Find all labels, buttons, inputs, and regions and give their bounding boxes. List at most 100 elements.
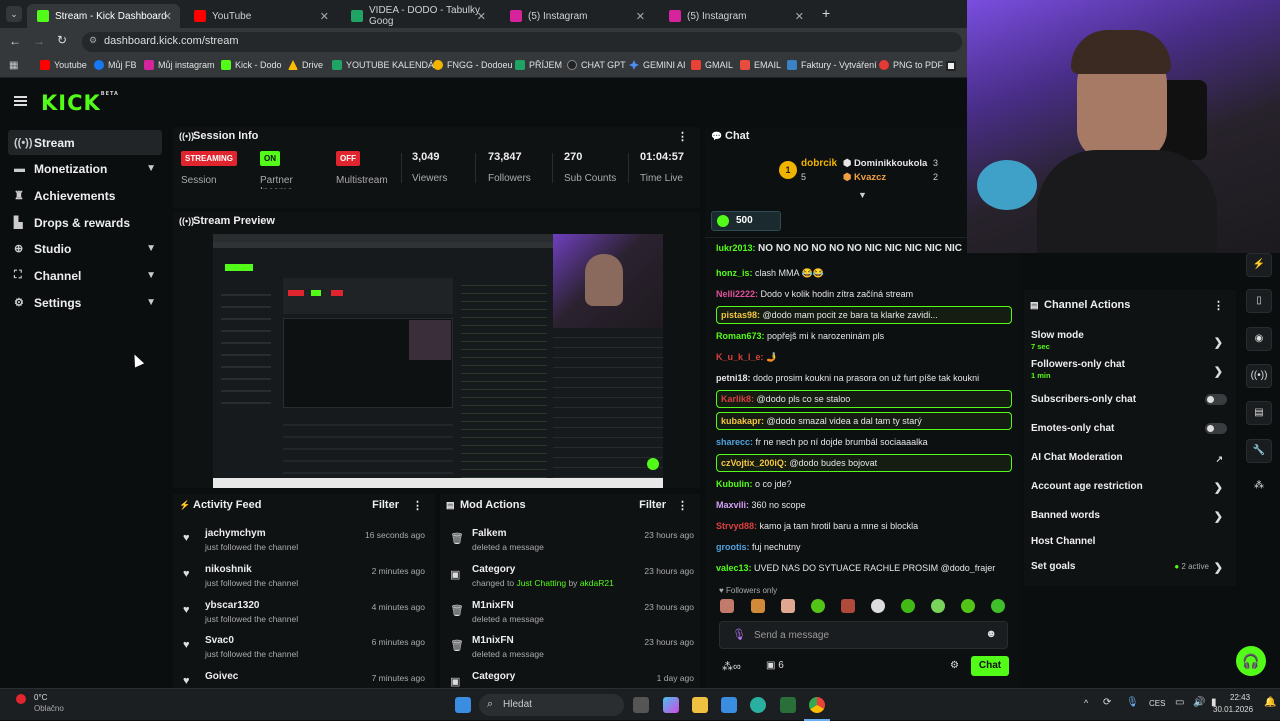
chat-message[interactable]: petni18: dodo prosim koukni na prasora o… <box>716 373 1012 383</box>
bookmark-faktury[interactable]: Faktury - Vytváření <box>787 60 877 70</box>
kick-logo[interactable]: KICKBETA <box>41 91 119 115</box>
top-gifter-2[interactable]: ⬢ Dominikkoukola <box>843 158 927 169</box>
chat-username[interactable]: Maxvili: <box>716 500 749 510</box>
file-explorer-icon[interactable] <box>692 697 708 713</box>
chat-message[interactable]: valec13: UVED NAS DO SYTUACE RACHLE PROS… <box>716 563 1012 573</box>
chat-message[interactable]: Strvyd88: kamo ja tam hrotil baru a mne … <box>716 521 1012 531</box>
chat-message-highlighted[interactable]: czVojtix_200iQ: @dodo budes bojovat <box>716 454 1012 472</box>
bookmark-kick[interactable]: Kick - Dodo <box>221 60 282 70</box>
mod-action-item[interactable]: ▣ Category changed to Just Chatting by ak… <box>440 564 702 600</box>
tab-google-sheets[interactable]: VIDEA - DODO - Tabulky Goog ✕ <box>341 4 494 28</box>
subscribers-only-toggle[interactable] <box>1205 394 1227 405</box>
top-gifter-3[interactable]: ⬢ Kvazcz <box>843 172 886 183</box>
close-tab-icon[interactable]: ✕ <box>636 10 645 23</box>
support-headset-icon[interactable]: 🎧 <box>1236 646 1266 676</box>
emote-icon[interactable] <box>931 599 945 613</box>
language-indicator[interactable]: CES <box>1149 699 1165 708</box>
bookmark-png-pdf[interactable]: PNG to PDF <box>879 60 943 70</box>
chrome-icon[interactable] <box>809 697 825 713</box>
bookmark-instagram[interactable]: Můj instagram <box>144 60 215 70</box>
account-age-setting[interactable]: Account age restriction ❯ <box>1031 481 1227 494</box>
tab-instagram-1[interactable]: (5) Instagram ✕ <box>500 4 653 28</box>
mod-user-link[interactable]: akdaR21 <box>580 578 614 588</box>
ai-moderation-setting[interactable]: AI Chat Moderation ↗ <box>1031 452 1227 464</box>
close-tab-icon[interactable]: ✕ <box>795 10 804 23</box>
nav-studio[interactable]: ⊕ Studio ▼ <box>8 236 162 261</box>
rail-apps-icon[interactable]: ⁂ <box>1246 475 1272 499</box>
url-field[interactable]: ⚙ dashboard.kick.com/stream <box>82 32 962 52</box>
emotes-only-setting[interactable]: Emotes-only chat <box>1031 423 1227 434</box>
menu-hamburger-icon[interactable] <box>14 96 27 106</box>
app-icon[interactable] <box>780 697 796 713</box>
back-arrow-icon[interactable]: ← <box>9 34 21 48</box>
activity-item[interactable]: ♥ ybscar1320 just followed the channel 4 mi… <box>173 600 435 636</box>
weather-temp[interactable]: 0°C <box>34 693 47 702</box>
chat-settings-icon[interactable]: ⚙ <box>950 660 959 671</box>
close-tab-icon[interactable]: ✕ <box>320 10 329 23</box>
bookmark-fb[interactable]: Můj FB <box>94 60 137 70</box>
bookmark-gemini[interactable]: GEMINI AI <box>629 60 686 70</box>
gift-count[interactable]: ▣ 6 <box>766 660 784 671</box>
emote-icon[interactable] <box>961 599 975 613</box>
emote-icon[interactable] <box>720 599 734 613</box>
chat-username[interactable]: Kubulin: <box>716 479 753 489</box>
bookmark-yt-calendar[interactable]: YOUTUBE KALENDÁŘ <box>332 60 441 70</box>
tab-youtube[interactable]: YouTube ✕ <box>184 4 337 28</box>
bookmark-fngg[interactable]: FNGG - Dodoeu <box>433 60 513 70</box>
clock-time[interactable]: 22:43 <box>1230 693 1250 702</box>
chat-message[interactable]: sharecc: fr ne nech po ní dojde brumbál … <box>716 437 1012 447</box>
mod-action-item[interactable]: 🗑 Falkem deleted a message 23 hours ago <box>440 528 702 564</box>
task-view-icon[interactable] <box>633 697 649 713</box>
chat-username[interactable]: grootis: <box>716 542 750 552</box>
filter-button[interactable]: Filter <box>639 499 666 511</box>
apps-grid-icon[interactable]: ▦ <box>9 60 18 71</box>
nav-drops-rewards[interactable]: ▙ Drops & rewards <box>8 210 162 235</box>
activity-item[interactable]: ♥ nikoshnik just followed the channel 2 min… <box>173 564 435 600</box>
banned-words-setting[interactable]: Banned words ❯ <box>1031 510 1227 523</box>
chat-username[interactable]: pistas98: <box>721 310 760 320</box>
chat-username[interactable]: honz_is: <box>716 268 753 278</box>
emoji-icon[interactable]: ☻ <box>985 628 997 640</box>
stream-preview-video[interactable] <box>213 234 663 488</box>
close-tab-icon[interactable]: ✕ <box>477 10 486 23</box>
clock-date[interactable]: 30.01.2026 <box>1213 705 1253 714</box>
nav-achievements[interactable]: ♜ Achievements <box>8 183 162 208</box>
edge-icon[interactable] <box>750 697 766 713</box>
chat-username[interactable]: Nelli2222: <box>716 289 758 299</box>
bookmark-email[interactable]: EMAIL <box>740 60 781 70</box>
host-channel-setting[interactable]: Host Channel <box>1031 536 1227 547</box>
bookmark-prijem[interactable]: PŘÍJEM <box>515 60 562 70</box>
chat-message-highlighted[interactable]: pistas98: @dodo mam pocit ze bara ta kla… <box>716 306 1012 324</box>
chat-input[interactable]: 🎙 Send a message ☻ <box>719 621 1008 649</box>
activity-item[interactable]: ♥ Svac0 just followed the channel 6 minutes… <box>173 635 435 671</box>
network-icon[interactable]: ▭ <box>1175 697 1184 708</box>
more-options-icon[interactable]: ⋮ <box>677 130 688 143</box>
chat-message[interactable]: grootis: fuj nechutny <box>716 542 1012 552</box>
more-options-icon[interactable]: ⋮ <box>677 499 688 512</box>
rail-document-icon[interactable]: ▯ <box>1246 289 1272 313</box>
tab-list-icon[interactable]: ⌄ <box>6 6 22 22</box>
chat-username[interactable]: Karlik8: <box>721 394 754 404</box>
chat-username[interactable]: petni18: <box>716 373 751 383</box>
chat-username[interactable]: lukr2013: <box>716 244 756 253</box>
more-options-icon[interactable]: ⋮ <box>1213 299 1224 312</box>
bookmark-chatgpt[interactable]: CHAT GPT <box>567 60 626 70</box>
nav-channel[interactable]: ⛶ Channel ▼ <box>8 263 162 288</box>
top-gifter-1[interactable]: dobrcik <box>801 158 837 169</box>
send-chat-button[interactable]: Chat <box>971 656 1009 676</box>
rail-list-icon[interactable]: ▤ <box>1246 401 1272 425</box>
emote-icon[interactable] <box>901 599 915 613</box>
tray-mic-icon[interactable]: 🎙 <box>1126 697 1139 708</box>
emote-icon[interactable] <box>751 599 765 613</box>
close-tab-icon[interactable]: ✕ <box>163 10 172 23</box>
reload-icon[interactable]: ↻ <box>57 33 67 47</box>
emotes-only-toggle[interactable] <box>1205 423 1227 434</box>
emote-icon[interactable] <box>841 599 855 613</box>
mod-action-item[interactable]: 🗑 M1nixFN deleted a message 23 hours ago <box>440 635 702 671</box>
chat-username[interactable]: kubakapr: <box>721 416 764 426</box>
tray-sync-icon[interactable]: ⟳ <box>1103 697 1111 708</box>
kicks-pill[interactable]: 500 <box>711 211 781 231</box>
mod-action-item[interactable]: ▣ Category 1 day ago <box>440 671 702 688</box>
nav-monetization[interactable]: ▬ Monetization ▼ <box>8 156 162 181</box>
microphone-icon[interactable]: 🎙 <box>732 628 746 641</box>
